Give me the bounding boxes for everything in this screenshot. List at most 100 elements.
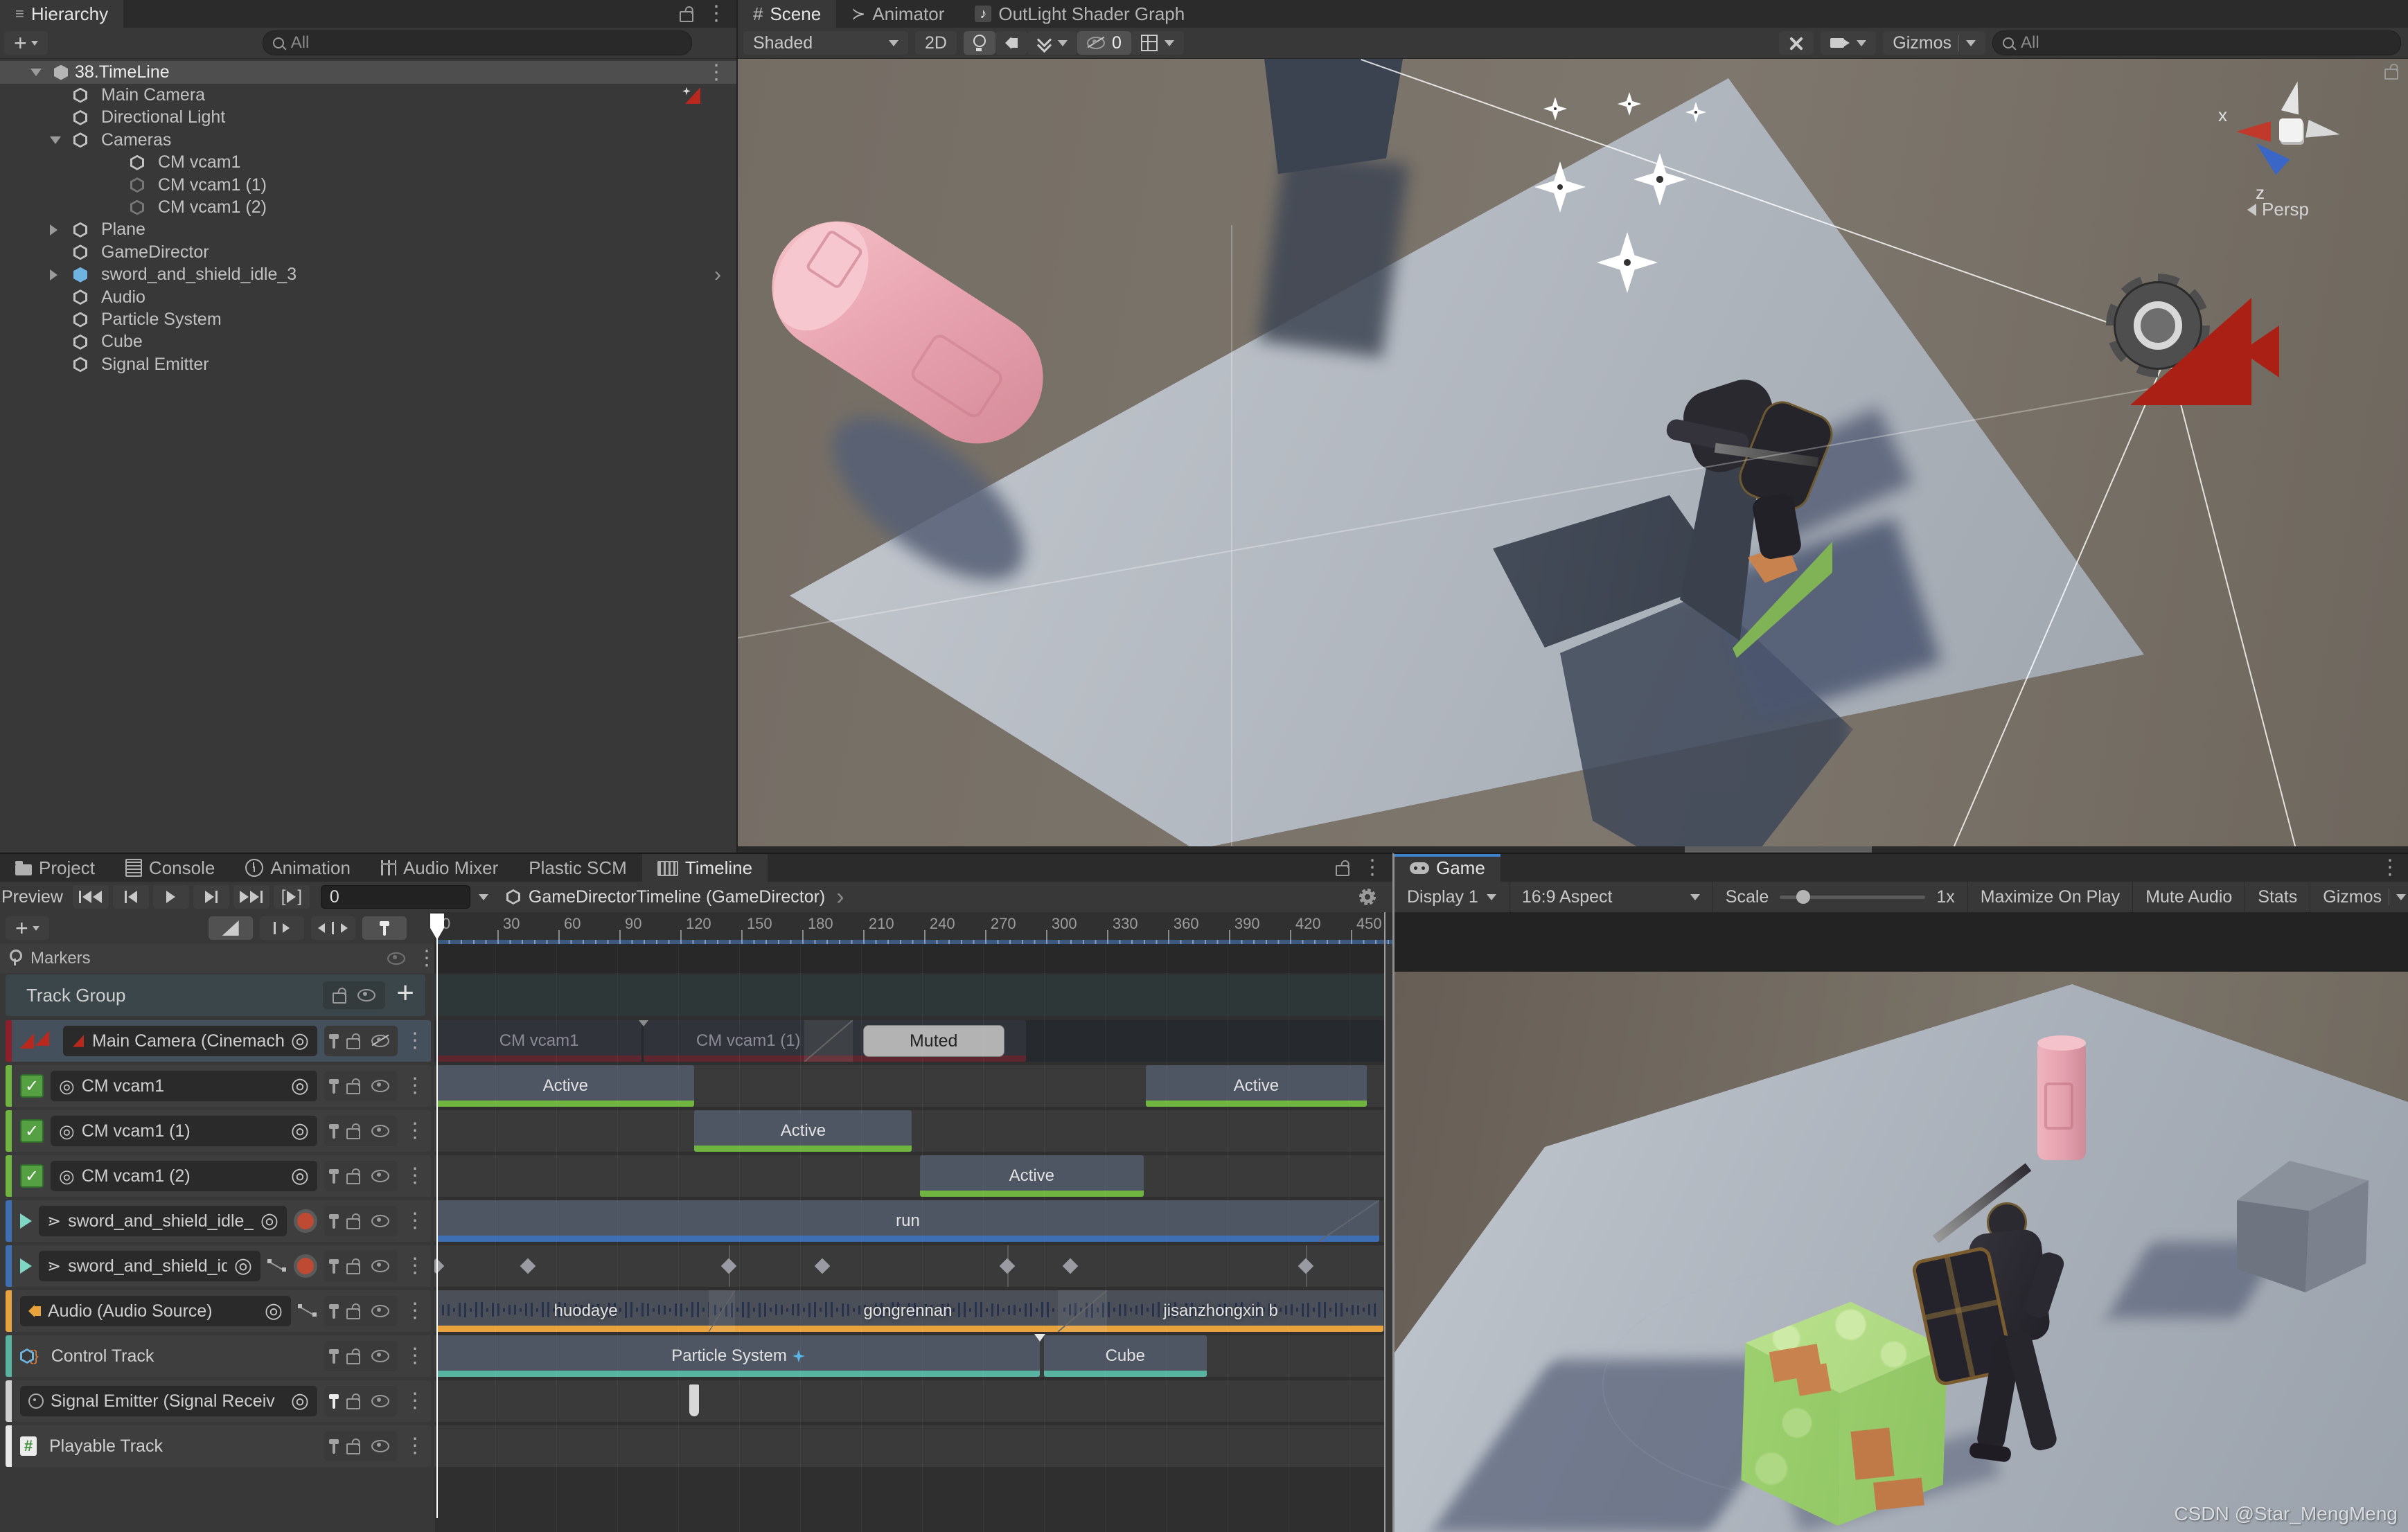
kebab-menu-icon[interactable]: ⋮ [405, 1211, 425, 1231]
tab-scene[interactable]: #Scene [738, 0, 836, 28]
lane-3[interactable]: Active [434, 1155, 1384, 1197]
kebab-menu-icon[interactable]: ⋮ [405, 1166, 425, 1186]
timeline-clips-area[interactable]: CM vcam1CM vcam1 (1)CM vcam1 (2)MutedAct… [434, 944, 1384, 1532]
lane-9[interactable] [434, 1425, 1384, 1467]
collapse-icon[interactable] [30, 69, 42, 76]
clip-active[interactable]: Active [920, 1155, 1144, 1197]
expander-icon[interactable] [50, 224, 57, 235]
track-cm-vcam1-2[interactable]: ✓◎CM vcam1 (2)◎⋮ [6, 1155, 431, 1197]
clip-active[interactable]: Active [436, 1065, 694, 1107]
track-name-pill[interactable]: ◎CM vcam1 (1)◎ [51, 1116, 317, 1146]
hierarchy-scene-row[interactable]: 38.TimeLine ⋮ [0, 61, 736, 84]
kebab-menu-icon[interactable]: ⋮ [706, 3, 727, 24]
track-control-track[interactable]: {}Control Track⋮ [6, 1335, 431, 1377]
kebab-menu-icon[interactable]: ⋮ [405, 1121, 425, 1141]
audio-clip-huodaye[interactable]: huodaye [436, 1290, 735, 1332]
kebab-menu-icon[interactable]: ⋮ [405, 1301, 425, 1321]
hierarchy-item-main-camera[interactable]: Main Camera [0, 84, 736, 107]
track-name-pill[interactable]: ⋗sword_and_shield_id◎ [39, 1251, 260, 1281]
hierarchy-item-gamedirector[interactable]: GameDirector [0, 241, 736, 264]
track-name-pill[interactable]: Main Camera (Cinemachi◎ [63, 1026, 317, 1056]
track-active-checkbox[interactable]: ✓ [20, 1119, 44, 1143]
lane-7[interactable]: Particle SystemCube [434, 1335, 1384, 1377]
track-name-pill[interactable]: ◎CM vcam1◎ [51, 1071, 317, 1101]
track-name-pill[interactable]: Audio (Audio Source)◎ [20, 1296, 291, 1326]
cinemachine-camera-gizmo[interactable] [2099, 260, 2279, 433]
kebab-menu-icon[interactable]: ⋮ [405, 1346, 425, 1366]
clip-cm-vcam1[interactable]: CM vcam1 [436, 1020, 641, 1062]
track-binding-target-icon[interactable]: ◎ [291, 1031, 309, 1051]
viewport-lock-icon[interactable] [2384, 69, 2398, 80]
pin-icon[interactable] [333, 1128, 335, 1139]
kebab-menu-icon[interactable]: ⋮ [1362, 857, 1383, 878]
mute-audio-button[interactable]: Mute Audio [2132, 882, 2245, 912]
pin-icon[interactable] [333, 1263, 335, 1274]
prefab-open-chevron[interactable]: › [714, 263, 721, 287]
slider-track[interactable] [1780, 896, 1925, 899]
eye-icon[interactable] [371, 1260, 389, 1272]
scene-search-input[interactable]: All [1992, 30, 2401, 55]
pin-icon[interactable] [333, 1353, 335, 1364]
track-binding-target-icon[interactable]: ◎ [291, 1166, 309, 1186]
lock-icon[interactable] [346, 1173, 360, 1184]
tab-plastic-scm[interactable]: Plastic SCM [513, 854, 642, 882]
kebab-menu-icon[interactable]: ⋮ [405, 1256, 425, 1276]
effects-dropdown[interactable] [1027, 31, 1077, 55]
control-marker[interactable] [1034, 1334, 1045, 1342]
pin-icon[interactable] [333, 1398, 335, 1409]
clip-active[interactable]: Active [1146, 1065, 1367, 1107]
lane-5[interactable] [434, 1245, 1384, 1287]
track-signal-emitter-signal-receiv[interactable]: Signal Emitter (Signal Receiv◎⋮ [6, 1380, 431, 1422]
tools-button[interactable] [1779, 31, 1814, 55]
lock-icon[interactable] [346, 1353, 360, 1364]
hierarchy-search-input[interactable]: All [263, 30, 692, 55]
eye-icon[interactable] [371, 1215, 389, 1227]
pin-icon[interactable] [333, 1083, 335, 1094]
hierarchy-item-cm-vcam1[interactable]: CM vcam1 [0, 151, 736, 174]
scene-visibility-toggle[interactable]: 0 [1077, 31, 1131, 55]
track-name-pill[interactable]: ◎CM vcam1 (2)◎ [51, 1161, 317, 1191]
timeline-ruler[interactable]: 0306090120150180210240270300330360390420… [434, 912, 1392, 944]
scene-hscrollbar-thumb[interactable] [1685, 846, 1872, 853]
track-binding-target-icon[interactable]: ◎ [234, 1256, 252, 1276]
hierarchy-item-plane[interactable]: Plane [0, 218, 736, 241]
lane-8[interactable] [434, 1380, 1384, 1422]
hierarchy-item-cm-vcam1-1[interactable]: CM vcam1 (1) [0, 174, 736, 197]
stats-button[interactable]: Stats [2245, 882, 2310, 912]
scale-slider[interactable]: Scale 1x [1712, 882, 1967, 912]
scene-viewport[interactable]: xzPersp [738, 59, 2408, 853]
eye-icon[interactable] [371, 1170, 389, 1182]
game-gizmos-dropdown[interactable]: Gizmos [2310, 882, 2408, 912]
kebab-menu-icon[interactable]: ⋮ [405, 1031, 425, 1051]
hierarchy-item-cameras[interactable]: Cameras [0, 129, 736, 152]
keyframe-diamond[interactable] [1298, 1258, 1314, 1274]
lock-icon[interactable] [346, 1038, 360, 1049]
clip-active[interactable]: Active [694, 1110, 912, 1152]
eye-slash-icon[interactable] [371, 1035, 389, 1047]
pin-icon[interactable] [333, 1308, 335, 1319]
hierarchy-item-cube[interactable]: Cube [0, 330, 736, 353]
display-dropdown[interactable]: Display 1 [1395, 882, 1509, 912]
expander-icon[interactable] [50, 269, 57, 280]
hierarchy-item-directional-light[interactable]: Directional Light [0, 106, 736, 129]
record-button[interactable] [294, 1254, 317, 1278]
track-binding-target-icon[interactable]: ◎ [260, 1211, 278, 1231]
curves-icon[interactable] [267, 1258, 287, 1274]
track-binding-target-icon[interactable]: ◎ [291, 1076, 309, 1096]
playhead-line[interactable] [436, 923, 438, 1518]
lock-icon[interactable] [346, 1398, 360, 1409]
hierarchy-item-signal-emitter[interactable]: Signal Emitter [0, 353, 736, 376]
maximize-on-play-button[interactable]: Maximize On Play [1967, 882, 2132, 912]
track-playable-track[interactable]: #Playable Track⋮ [6, 1425, 431, 1467]
keyframe-diamond[interactable] [1000, 1258, 1016, 1274]
shading-dropdown[interactable]: Shaded [743, 31, 908, 55]
eye-icon[interactable] [371, 1080, 389, 1092]
panel-splitter[interactable] [1384, 912, 1386, 1532]
game-viewport[interactable]: CSDN @Star_MengMeng [1395, 912, 2408, 1532]
lock-icon[interactable] [346, 1263, 360, 1274]
scene-orientation-gizmo[interactable]: xzPersp [2228, 73, 2360, 218]
2d-toggle[interactable]: 2D [915, 31, 957, 55]
tab-outlight-shader-graph[interactable]: ♪OutLight Shader Graph [959, 0, 1200, 28]
pin-icon[interactable] [333, 1038, 335, 1049]
lock-icon[interactable] [346, 1308, 360, 1319]
